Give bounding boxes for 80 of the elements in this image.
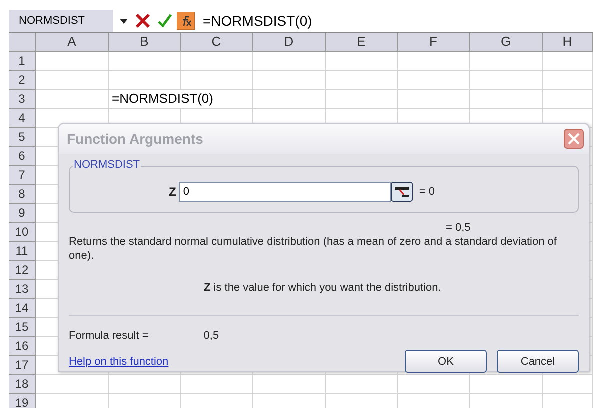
row-header[interactable]: 16 [9, 337, 36, 356]
spreadsheet-cell[interactable] [398, 375, 470, 394]
column-header[interactable]: C [181, 33, 253, 52]
argument-label: Z [169, 184, 176, 198]
spreadsheet-cell[interactable] [181, 375, 253, 394]
row-header[interactable]: 3 [9, 90, 36, 109]
spreadsheet-cell[interactable] [36, 71, 109, 90]
spreadsheet-cell[interactable] [470, 71, 543, 90]
spreadsheet-cell[interactable] [253, 375, 326, 394]
spreadsheet-cell[interactable] [543, 52, 593, 71]
row-header[interactable]: 6 [9, 147, 36, 166]
spreadsheet-cell[interactable] [36, 90, 109, 109]
select-all-corner[interactable] [9, 33, 36, 52]
spreadsheet-cell[interactable] [326, 52, 398, 71]
column-header[interactable]: E [326, 33, 398, 52]
close-icon[interactable] [564, 129, 584, 149]
spreadsheet-cell[interactable] [253, 52, 326, 71]
argument-description: Z is the value for which you want the distribution. [204, 282, 442, 294]
spreadsheet-cell[interactable] [181, 52, 253, 71]
row-header[interactable]: 14 [9, 299, 36, 318]
spreadsheet-cell[interactable] [470, 375, 543, 394]
column-header[interactable]: D [253, 33, 326, 52]
row-header[interactable]: 15 [9, 318, 36, 337]
row-header[interactable]: 8 [9, 185, 36, 204]
spreadsheet-cell[interactable] [470, 90, 543, 109]
spreadsheet-cell[interactable] [398, 90, 470, 109]
spreadsheet-cell[interactable] [109, 52, 181, 71]
row-header[interactable]: 2 [9, 71, 36, 90]
checkmark-icon[interactable] [157, 13, 173, 29]
spreadsheet-cell[interactable] [326, 90, 398, 109]
function-name: NORMSDIST [73, 159, 141, 171]
name-box[interactable]: NORMSDIST [9, 10, 113, 32]
cancel-button[interactable]: Cancel [497, 350, 579, 373]
argument-result: = 0 [419, 186, 435, 198]
collapse-dialog-icon[interactable] [391, 182, 414, 202]
function-description: Returns the standard normal cumulative distribution (has a mean of zero and a standard deviation of one). [69, 235, 558, 263]
dialog-title: Function Arguments [67, 131, 204, 147]
column-header[interactable]: B [109, 33, 181, 52]
column-header[interactable]: G [470, 33, 543, 52]
spreadsheet-cell[interactable] [109, 375, 181, 394]
row-header[interactable]: 13 [9, 280, 36, 299]
row-header[interactable]: 18 [9, 375, 36, 394]
spreadsheet-cell[interactable] [109, 71, 181, 90]
row-header[interactable]: 11 [9, 242, 36, 261]
insert-function-icon[interactable] [177, 12, 195, 30]
spreadsheet-cell[interactable] [326, 71, 398, 90]
row-header[interactable]: 4 [9, 109, 36, 128]
row-header[interactable]: 1 [9, 52, 36, 71]
function-result: = 0,5 [446, 222, 472, 234]
column-header[interactable]: A [36, 33, 109, 52]
row-header[interactable]: 19 [9, 394, 36, 408]
row-header[interactable]: 10 [9, 223, 36, 242]
row-header[interactable]: 5 [9, 128, 36, 147]
row-header[interactable]: 9 [9, 204, 36, 223]
row-header[interactable]: 7 [9, 166, 36, 185]
formula-result-value: 0,5 [204, 330, 220, 342]
spreadsheet-cell[interactable]: =NORMSDIST(0) [109, 90, 253, 109]
spreadsheet-cell[interactable] [543, 90, 593, 109]
spreadsheet-cell[interactable] [253, 71, 326, 90]
row-header[interactable]: 12 [9, 261, 36, 280]
column-header[interactable]: H [543, 33, 593, 52]
dropdown-arrow-icon[interactable] [119, 17, 129, 25]
column-header[interactable]: F [398, 33, 470, 52]
row-header[interactable]: 17 [9, 356, 36, 375]
formula-result-label: Formula result = [69, 330, 149, 342]
formula-field[interactable]: =NORMSDIST(0) [201, 13, 312, 29]
spreadsheet-cell[interactable] [253, 90, 326, 109]
spreadsheet-cell[interactable] [398, 71, 470, 90]
ok-button[interactable]: OK [405, 350, 487, 373]
spreadsheet-cell[interactable] [326, 375, 398, 394]
spreadsheet-cell[interactable] [36, 52, 109, 71]
argument-input-field[interactable]: 0 [179, 182, 392, 202]
spreadsheet-cell[interactable] [470, 52, 543, 71]
spreadsheet-cell[interactable] [543, 71, 593, 90]
cancel-icon[interactable] [135, 13, 151, 29]
spreadsheet-cell[interactable] [398, 52, 470, 71]
spreadsheet-cell[interactable] [181, 71, 253, 90]
spreadsheet-cell[interactable] [36, 375, 109, 394]
help-link[interactable]: Help on this function [69, 356, 169, 368]
spreadsheet-cell[interactable] [543, 375, 593, 394]
